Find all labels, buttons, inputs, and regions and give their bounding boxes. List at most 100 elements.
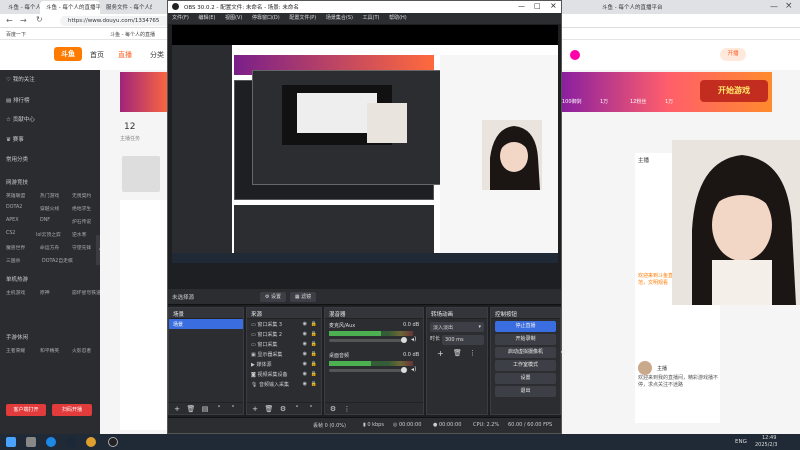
trash-icon[interactable]: 🗑	[264, 404, 274, 414]
category-link[interactable]: 英雄联盟	[6, 192, 25, 199]
lock-icon[interactable]: 🔒	[311, 351, 317, 357]
browser-tab[interactable]: 斗鱼 - 每个人的直播平台	[2, 1, 40, 14]
duration-input[interactable]: 300 ms	[442, 335, 484, 345]
add-icon[interactable]: +	[172, 404, 182, 414]
category-link[interactable]: 热门游戏	[40, 192, 59, 199]
category-link[interactable]: 崩坏星穹铁道	[72, 289, 101, 296]
category-link[interactable]: lol云顶之弈	[36, 231, 61, 238]
sidebar-item-contrib[interactable]: ☆ 贡献中心	[6, 115, 35, 123]
minimize-icon[interactable]: —	[518, 2, 525, 10]
menu-docks[interactable]: 停靠窗口(D)	[252, 15, 280, 21]
add-icon[interactable]: +	[437, 349, 444, 358]
eye-icon[interactable]: ◉	[303, 371, 307, 377]
menu-scene-collection[interactable]: 场景集合(S)	[326, 15, 353, 21]
eye-icon[interactable]: ◉	[303, 331, 307, 337]
settings-button[interactable]: 设置	[495, 373, 556, 384]
volume-slider[interactable]	[329, 369, 403, 372]
category-link[interactable]: APEX	[6, 218, 19, 223]
sidebar-item-follow[interactable]: ♡ 我的关注	[6, 75, 35, 83]
category-link[interactable]: DOTA2	[6, 205, 22, 210]
category-link[interactable]: 绝地求生	[72, 205, 91, 212]
nav-category[interactable]: 分类	[150, 50, 164, 60]
start-game-button[interactable]: 开始游戏	[700, 80, 768, 102]
lock-icon[interactable]: 🔒	[311, 371, 317, 377]
reload-icon[interactable]: ↻	[36, 15, 43, 24]
source-settings-button[interactable]: ⚙ 设置	[260, 292, 286, 302]
source-filters-button[interactable]: ▦ 滤镜	[290, 292, 316, 302]
category-link[interactable]: CS2	[6, 231, 15, 236]
menu-edit[interactable]: 编辑(E)	[198, 15, 215, 21]
add-icon[interactable]: +	[250, 404, 260, 414]
chevron-down-icon[interactable]: ˅	[306, 404, 316, 414]
volume-slider[interactable]	[329, 339, 403, 342]
gear-icon[interactable]: ⚙	[561, 347, 566, 358]
more-icon[interactable]: ⋮	[342, 404, 352, 414]
lock-icon[interactable]: 🔒	[311, 381, 317, 387]
category-link[interactable]: DNF	[40, 218, 50, 223]
chrome-icon[interactable]	[86, 437, 96, 447]
search-icon[interactable]	[26, 437, 36, 447]
source-item[interactable]: ▭ 窗口采集 2 ◉ 🔒	[247, 329, 321, 339]
bookmark-item[interactable]: 斗鱼 - 每个人的直播	[110, 31, 155, 38]
sidebar-item-esports[interactable]: ♛ 赛事	[6, 135, 24, 143]
category-link[interactable]: 和平精英	[40, 347, 59, 354]
transition-select[interactable]: 淡入淡出 ▾	[430, 322, 484, 332]
category-link[interactable]: 穿越火线	[40, 205, 59, 212]
trash-icon[interactable]: 🗑	[453, 349, 462, 357]
category-link[interactable]: 炉石传说	[72, 218, 91, 225]
category-link[interactable]: 命运方舟	[40, 244, 59, 251]
close-icon[interactable]: ×	[550, 1, 557, 10]
scene-item[interactable]: 场景	[169, 319, 243, 329]
obs-preview-canvas[interactable]	[172, 25, 558, 263]
filter-icon[interactable]: ▤	[200, 404, 210, 414]
start-live-button[interactable]: 开播	[720, 48, 746, 61]
eye-icon[interactable]: ◉	[303, 361, 307, 367]
menu-file[interactable]: 文件(F)	[172, 15, 189, 21]
lock-icon[interactable]: 🔒	[311, 321, 317, 327]
chevron-up-icon[interactable]: ˄	[292, 404, 302, 414]
streamer-thumbnail[interactable]	[122, 156, 160, 192]
lock-icon[interactable]: 🔒	[311, 341, 317, 347]
chevron-up-icon[interactable]: ˄	[214, 404, 224, 414]
source-item[interactable]: ◙ 视频采集设备 ◉ 🔒	[247, 369, 321, 379]
gear-icon[interactable]: ⚙	[328, 404, 338, 414]
studio-mode-button[interactable]: 工作室模式	[495, 360, 556, 371]
speaker-icon[interactable]: ◂)	[411, 336, 416, 343]
source-item[interactable]: ▣ 显示器采集 ◉ 🔒	[247, 349, 321, 359]
category-link[interactable]: 主机游戏	[6, 289, 25, 296]
category-link[interactable]: 逆水寒	[72, 231, 86, 238]
clock-time[interactable]: 12:49	[762, 435, 776, 441]
start-recording-button[interactable]: 开始录制	[495, 334, 556, 345]
browser-tab[interactable]: 服务文件 - 每个人的直播	[100, 1, 152, 14]
category-link[interactable]: 无畏契约	[72, 192, 91, 199]
douyu-logo[interactable]: 斗鱼	[54, 47, 82, 61]
back-icon[interactable]: ←	[6, 16, 13, 25]
source-item[interactable]: 🎙 音频输入采集 ◉ 🔒	[247, 379, 321, 389]
chevron-down-icon[interactable]: ˅	[228, 404, 238, 414]
browser-tab[interactable]: 斗鱼 - 每个人的直播平台	[596, 1, 716, 14]
edge-icon[interactable]	[46, 437, 56, 447]
open-client-button[interactable]: 客户端打开	[6, 404, 46, 416]
obs-taskbar-icon[interactable]	[108, 437, 118, 447]
menu-tools[interactable]: 工具(T)	[363, 15, 380, 21]
volume-slider-handle[interactable]	[401, 367, 407, 373]
eye-icon[interactable]: ◉	[303, 321, 307, 327]
trash-icon[interactable]: 🗑	[186, 404, 196, 414]
lock-icon[interactable]: 🔒	[311, 331, 317, 337]
nav-live[interactable]: 直播	[118, 50, 132, 60]
lock-icon[interactable]: 🔒	[311, 361, 317, 367]
scan-live-button[interactable]: 扫码开播	[52, 404, 92, 416]
category-link[interactable]: 魔兽世界	[6, 244, 25, 251]
source-item[interactable]: ▭ 窗口采集 ◉ 🔒	[247, 339, 321, 349]
category-link[interactable]: 守望先锋	[72, 244, 91, 251]
eye-icon[interactable]: ◉	[303, 351, 307, 357]
start-virtual-camera-button[interactable]: 启动虚拟摄像机 ⚙	[495, 347, 566, 358]
speaker-icon[interactable]: ◂)	[411, 366, 416, 373]
source-item[interactable]: ▶ 媒体源 ◉ 🔒	[247, 359, 321, 369]
source-item[interactable]: ▭ 窗口采集 3 ◉ 🔒	[247, 319, 321, 329]
menu-view[interactable]: 视图(V)	[225, 15, 242, 21]
eye-icon[interactable]: ◉	[303, 381, 307, 387]
eye-icon[interactable]: ◉	[303, 341, 307, 347]
close-icon[interactable]: ×	[785, 1, 793, 11]
gear-icon[interactable]: ⚙	[278, 404, 288, 414]
